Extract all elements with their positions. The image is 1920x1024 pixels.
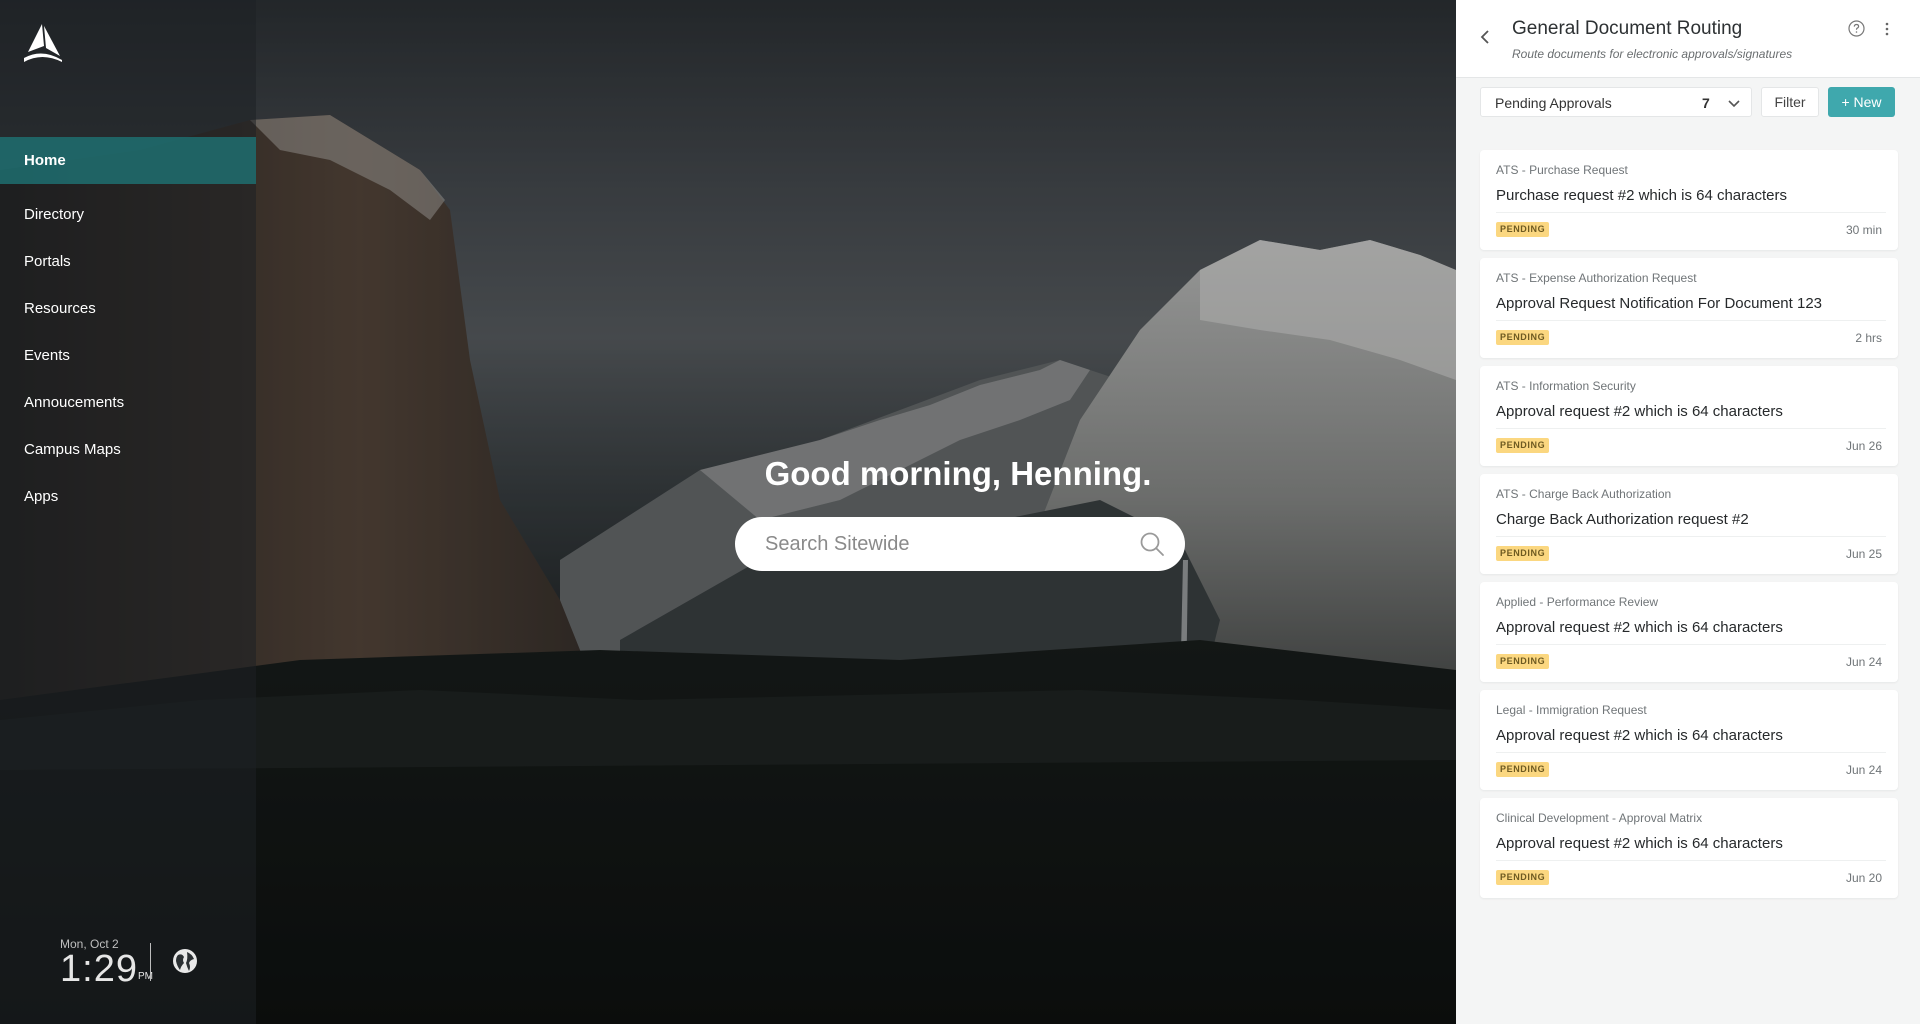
clock-divider <box>150 943 151 981</box>
panel-toolbar: Pending Approvals 7 Filter + New <box>1480 87 1896 117</box>
card-divider <box>1496 320 1886 321</box>
approval-list: ATS - Purchase Request Purchase request … <box>1480 150 1898 906</box>
card-category: Legal - Immigration Request <box>1496 703 1647 717</box>
card-title: Approval request #2 which is 64 characte… <box>1496 619 1783 636</box>
approval-card[interactable]: Clinical Development - Approval Matrix A… <box>1480 798 1898 898</box>
status-badge: PENDING <box>1496 546 1550 561</box>
card-divider <box>1496 644 1886 645</box>
filter-button[interactable]: Filter <box>1761 87 1819 117</box>
card-title: Approval request #2 which is 64 characte… <box>1496 835 1783 852</box>
greeting-heading: Good morning, Henning. <box>764 455 1152 492</box>
card-divider <box>1496 860 1886 861</box>
left-sidebar: Home Directory Portals Resources Events … <box>0 0 256 1024</box>
view-select-count: 7 <box>1702 95 1710 111</box>
main-nav: Home Directory Portals Resources Events … <box>0 137 256 520</box>
status-badge: PENDING <box>1496 870 1550 885</box>
panel-title: General Document Routing <box>1512 18 1743 39</box>
search-icon[interactable] <box>1139 531 1165 557</box>
card-divider <box>1496 752 1886 753</box>
status-badge: PENDING <box>1496 762 1550 777</box>
new-button[interactable]: + New <box>1828 87 1895 117</box>
card-time: Jun 25 <box>1845 547 1882 561</box>
card-title: Approval Request Notification For Docume… <box>1496 295 1823 312</box>
card-category: Clinical Development - Approval Matrix <box>1496 811 1703 825</box>
logo-icon[interactable] <box>22 22 64 62</box>
nav-item-events[interactable]: Events <box>0 332 256 379</box>
nav-item-home[interactable]: Home <box>0 137 256 184</box>
approval-card[interactable]: ATS - Charge Back Authorization Charge B… <box>1480 474 1898 574</box>
status-badge: PENDING <box>1496 222 1550 237</box>
card-title: Approval request #2 which is 64 characte… <box>1496 727 1783 744</box>
card-category: ATS - Purchase Request <box>1496 163 1628 177</box>
view-select-label: Pending Approvals <box>1495 95 1612 111</box>
nav-item-annoucements[interactable]: Annoucements <box>0 379 256 426</box>
status-badge: PENDING <box>1496 330 1550 345</box>
card-title: Charge Back Authorization request #2 <box>1496 511 1749 528</box>
card-time: Jun 24 <box>1845 655 1882 669</box>
card-time: 30 min <box>1845 223 1882 237</box>
approval-card[interactable]: ATS - Information Security Approval requ… <box>1480 366 1898 466</box>
clock-time-value: 1:29 <box>60 948 138 990</box>
status-badge: PENDING <box>1496 654 1550 669</box>
clock-time: 1:29PM <box>60 948 153 995</box>
card-time: Jun 20 <box>1845 871 1882 885</box>
approval-card[interactable]: Legal - Immigration Request Approval req… <box>1480 690 1898 790</box>
approval-card[interactable]: ATS - Expense Authorization Request Appr… <box>1480 258 1898 358</box>
search-input[interactable] <box>765 517 1125 571</box>
card-divider <box>1496 212 1886 213</box>
card-category: Applied - Performance Review <box>1496 595 1659 609</box>
chevron-down-icon <box>1728 100 1740 108</box>
globe-icon[interactable] <box>172 948 198 974</box>
card-divider <box>1496 536 1886 537</box>
card-title: Purchase request #2 which is 64 characte… <box>1496 187 1787 204</box>
nav-item-directory[interactable]: Directory <box>0 191 256 238</box>
card-time: Jun 26 <box>1845 439 1882 453</box>
panel-subtitle: Route documents for electronic approvals… <box>1512 47 1793 61</box>
approval-card[interactable]: ATS - Purchase Request Purchase request … <box>1480 150 1898 250</box>
card-title: Approval request #2 which is 64 characte… <box>1496 403 1783 420</box>
document-routing-panel: General Document Routing Route documents… <box>1456 0 1920 1024</box>
card-category: ATS - Charge Back Authorization <box>1496 487 1672 501</box>
approval-card[interactable]: Applied - Performance Review Approval re… <box>1480 582 1898 682</box>
card-category: ATS - Expense Authorization Request <box>1496 271 1697 285</box>
more-options-icon[interactable] <box>1884 21 1890 37</box>
nav-item-apps[interactable]: Apps <box>0 473 256 520</box>
nav-item-campus-maps[interactable]: Campus Maps <box>0 426 256 473</box>
nav-item-portals[interactable]: Portals <box>0 238 256 285</box>
card-category: ATS - Information Security <box>1496 379 1636 393</box>
card-divider <box>1496 428 1886 429</box>
card-time: Jun 24 <box>1845 763 1882 777</box>
status-badge: PENDING <box>1496 438 1550 453</box>
sitewide-search <box>735 517 1185 571</box>
back-chevron-icon[interactable] <box>1478 29 1492 45</box>
help-icon[interactable] <box>1848 20 1865 37</box>
view-select[interactable]: Pending Approvals 7 <box>1480 87 1752 117</box>
clock-widget: Mon, Oct 2 1:29PM <box>60 937 153 995</box>
card-time: 2 hrs <box>1855 331 1882 345</box>
panel-header: General Document Routing Route documents… <box>1456 0 1920 78</box>
nav-item-resources[interactable]: Resources <box>0 285 256 332</box>
